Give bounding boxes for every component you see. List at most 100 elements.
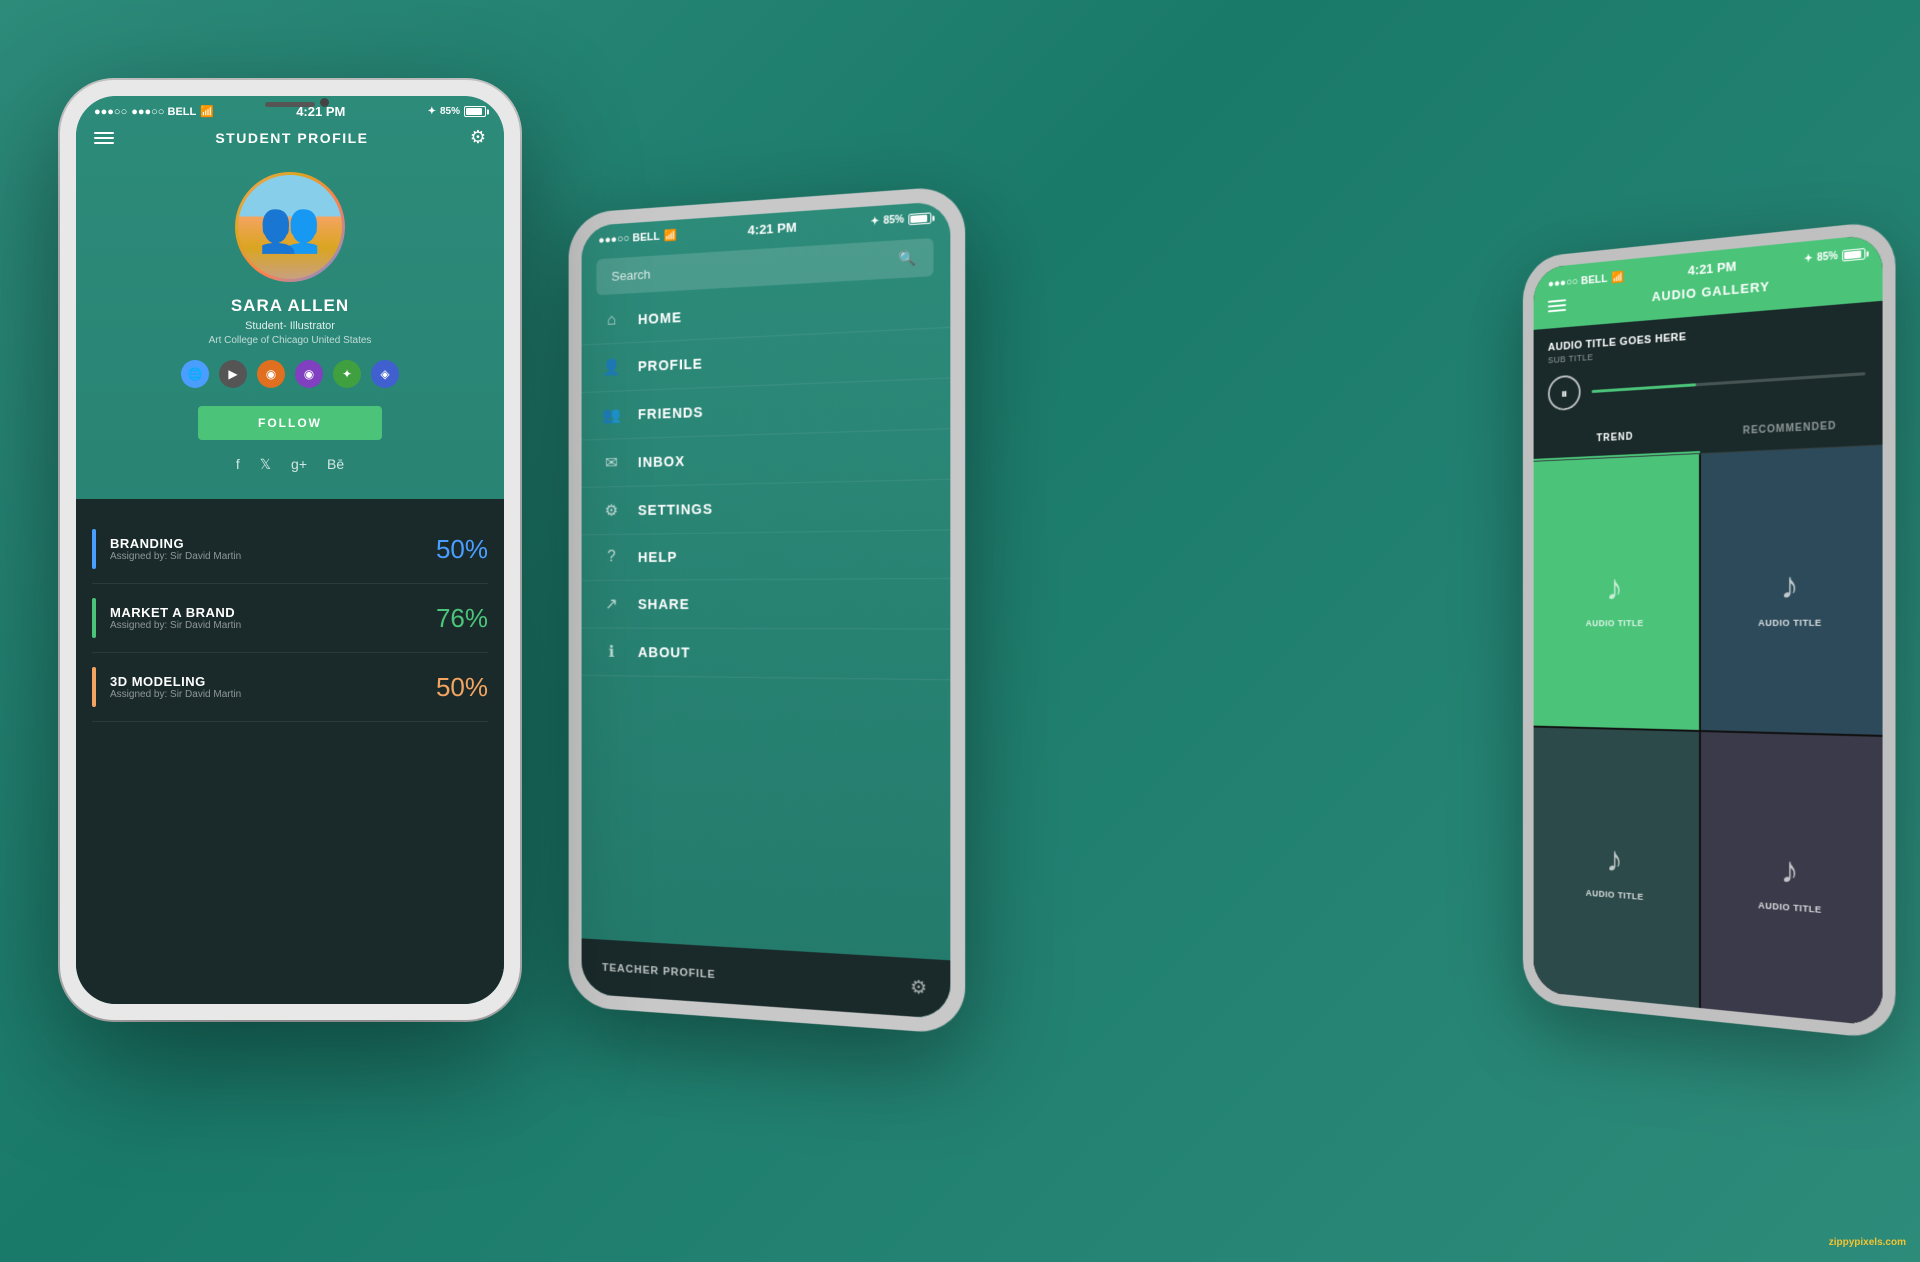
ham-line-2-p3 xyxy=(1548,304,1566,308)
status-bar-phone1: ●●●○○ ●●●○○ BELL 📶 4:21 PM ✦ 85% xyxy=(76,96,504,123)
player-controls: ⏸ xyxy=(1548,354,1865,411)
course-bar-market xyxy=(92,598,96,638)
user-school: Art College of Chicago United States xyxy=(209,335,372,346)
course-percent-3d: 50% xyxy=(436,672,488,703)
social-icon-purple[interactable]: ◉ xyxy=(295,360,323,388)
audio-card-1[interactable]: ♪ AUDIO TITLE xyxy=(1534,454,1699,730)
follow-button[interactable]: FOLLOW xyxy=(198,406,382,440)
ham-line-3-p3 xyxy=(1548,308,1566,312)
audio-card-label-4: AUDIO TITLE xyxy=(1758,900,1822,915)
behance-link[interactable]: Bē xyxy=(327,456,344,473)
search-icon: 🔍 xyxy=(899,249,917,268)
social-icon-green[interactable]: ✦ xyxy=(333,360,361,388)
ham-line-1-p3 xyxy=(1548,299,1566,303)
music-note-icon-4: ♪ xyxy=(1780,849,1798,893)
menu-label-about: ABOUT xyxy=(638,644,690,660)
phone3-frame: ●●●○○ BELL 📶 4:21 PM ✦ 85% xyxy=(1523,220,1896,1041)
twitter-link[interactable]: 𝕏 xyxy=(260,456,271,473)
page-title-phone1: STUDENT PROFILE xyxy=(215,130,368,146)
audio-card-4[interactable]: ♪ AUDIO TITLE xyxy=(1701,732,1883,1026)
battery-fill-phone2 xyxy=(910,215,927,223)
time-phone2: 4:21 PM xyxy=(748,220,797,238)
home-icon: ⌂ xyxy=(602,311,621,330)
menu-item-inbox[interactable]: ✉ INBOX xyxy=(582,429,951,488)
course-assigned-3d: Assigned by: Sir David Martin xyxy=(110,689,436,700)
settings-icon-phone1[interactable]: ⚙ xyxy=(470,127,486,148)
course-assigned-market: Assigned by: Sir David Martin xyxy=(110,620,436,631)
social-icons-row: 🌐 ▶ ◉ ◉ ✦ ◈ xyxy=(181,360,399,388)
avatar-ring xyxy=(235,172,345,282)
hamburger-line-2 xyxy=(94,137,114,139)
help-icon: ? xyxy=(602,549,621,567)
hamburger-line-1 xyxy=(94,132,114,134)
status-right-phone3: ✦ 85% xyxy=(1804,248,1865,265)
settings-icon-menu: ⚙ xyxy=(602,501,621,521)
googleplus-link[interactable]: g+ xyxy=(291,456,307,473)
pause-button[interactable]: ⏸ xyxy=(1548,374,1581,411)
course-percent-branding: 50% xyxy=(436,534,488,565)
menu-label-home: HOME xyxy=(638,309,682,327)
bt-phone2: ✦ xyxy=(871,216,880,228)
audio-card-label-1: AUDIO TITLE xyxy=(1586,618,1644,628)
facebook-link[interactable]: f xyxy=(236,456,240,473)
course-name-3d: 3D Modeling xyxy=(110,674,436,689)
music-note-icon-3: ♪ xyxy=(1606,839,1623,881)
course-info-market: MARKET A BRAND Assigned by: Sir David Ma… xyxy=(110,605,436,631)
course-name-market: MARKET A BRAND xyxy=(110,605,436,620)
phone1-screen: ●●●○○ ●●●○○ BELL 📶 4:21 PM ✦ 85% xyxy=(76,96,504,1004)
hamburger-menu-icon[interactable] xyxy=(94,132,114,144)
social-icon-globe[interactable]: 🌐 xyxy=(181,360,209,388)
teacher-profile-bar[interactable]: TEACHER PROFILE ⚙ xyxy=(582,938,951,1019)
menu-label-settings: SETTINGS xyxy=(638,501,713,518)
social-icon-blue2[interactable]: ◈ xyxy=(371,360,399,388)
course-assigned-branding: Assigned by: Sir David Martin xyxy=(110,551,436,562)
front-camera xyxy=(320,98,329,107)
social-icon-music[interactable]: ▶ xyxy=(219,360,247,388)
hamburger-icon-phone3[interactable] xyxy=(1548,299,1566,312)
menu-item-settings[interactable]: ⚙ SETTINGS xyxy=(582,480,951,536)
phone2-screen-area: ●●●○○ BELL 📶 4:21 PM ✦ 85% Search 🔍 xyxy=(582,201,951,1019)
audio-card-3[interactable]: ♪ AUDIO TITLE xyxy=(1534,727,1699,1007)
menu-item-share[interactable]: ↗ SHARE xyxy=(582,579,951,630)
courses-section: BRANDING Assigned by: Sir David Martin 5… xyxy=(76,499,504,1004)
profile-header: STUDENT PROFILE ⚙ xyxy=(76,123,504,156)
status-left-phone2: ●●●○○ BELL 📶 xyxy=(598,229,676,247)
menu-item-about[interactable]: ℹ ABOUT xyxy=(582,628,951,680)
batt-phone3: 85% xyxy=(1817,251,1838,264)
menu-label-inbox: INBOX xyxy=(638,453,685,470)
social-icon-orange[interactable]: ◉ xyxy=(257,360,285,388)
user-name: SARA ALLEN xyxy=(231,296,349,316)
course-item-market: MARKET A BRAND Assigned by: Sir David Ma… xyxy=(92,584,488,653)
battery-icon-phone1 xyxy=(464,106,486,117)
battery-icon-phone3 xyxy=(1842,248,1865,262)
batt-phone2: 85% xyxy=(883,214,904,227)
course-percent-market: 76% xyxy=(436,603,488,634)
course-name-branding: BRANDING xyxy=(110,536,436,551)
course-info-branding: BRANDING Assigned by: Sir David Martin xyxy=(110,536,436,562)
teacher-profile-label: TEACHER PROFILE xyxy=(602,961,716,980)
phone2-frame: ●●●○○ BELL 📶 4:21 PM ✦ 85% Search 🔍 xyxy=(569,185,966,1035)
audio-card-label-3: AUDIO TITLE xyxy=(1586,888,1644,902)
hamburger-line-3 xyxy=(94,142,114,144)
menu-item-help[interactable]: ? HELP xyxy=(582,530,951,581)
teacher-gear-icon[interactable]: ⚙ xyxy=(910,976,927,999)
menu-label-friends: FRIENDS xyxy=(638,404,704,422)
friends-icon: 👥 xyxy=(602,405,621,425)
audio-card-2[interactable]: ♪ AUDIO TITLE xyxy=(1701,445,1883,734)
battery-fill-phone1 xyxy=(466,108,482,115)
status-left-phone3: ●●●○○ BELL 📶 xyxy=(1548,270,1624,290)
course-bar-3d xyxy=(92,667,96,707)
wifi-icon-phone1: 📶 xyxy=(200,105,214,118)
progress-bar[interactable] xyxy=(1592,372,1866,393)
watermark-text-colored: pixels xyxy=(1854,1237,1882,1248)
battery-fill-phone3 xyxy=(1844,250,1861,259)
about-icon: ℹ xyxy=(602,642,621,662)
bluetooth-icon-phone1: ✦ xyxy=(428,106,436,117)
profile-icon: 👤 xyxy=(602,357,621,377)
user-role: Student- Illustrator xyxy=(245,320,335,332)
menu-label-share: SHARE xyxy=(638,596,690,612)
menu-label-help: HELP xyxy=(638,549,677,565)
signal-dots-phone1: ●●●○○ xyxy=(94,106,127,118)
speaker-grille xyxy=(265,102,315,107)
carrier-phone2: ●●●○○ BELL xyxy=(598,230,659,246)
